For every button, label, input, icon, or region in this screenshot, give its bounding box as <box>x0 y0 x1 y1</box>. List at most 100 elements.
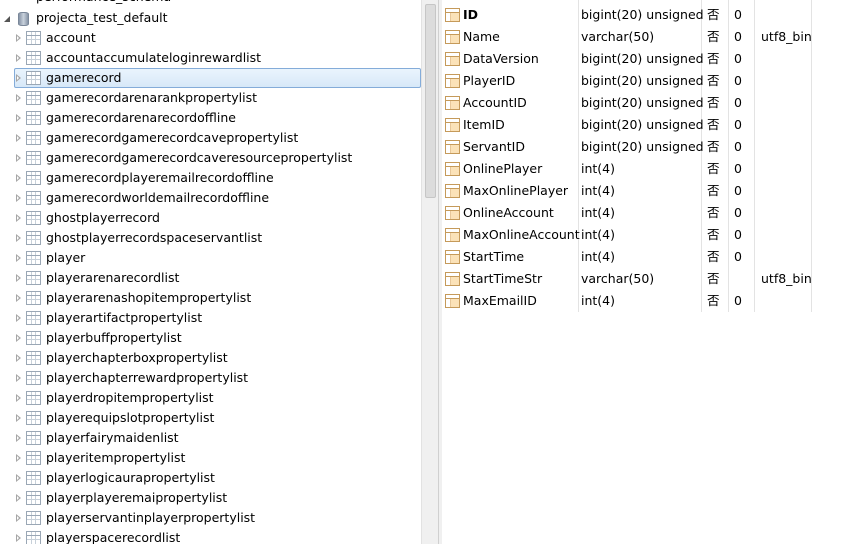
column-nullable: 否 <box>707 249 720 264</box>
column-default: 0 <box>734 139 742 154</box>
tree-item-table[interactable]: playerservantinplayerpropertylist <box>0 508 421 528</box>
column-nullable: 否 <box>707 51 720 66</box>
tree-item-table[interactable]: ghostplayerrecord <box>0 208 421 228</box>
expand-arrow-icon[interactable] <box>14 28 24 48</box>
column-row[interactable]: ID bigint(20) unsigned 否 0 <box>441 4 867 26</box>
column-type: int(4) <box>581 183 616 198</box>
table-icon <box>26 511 41 525</box>
table-label: account <box>46 30 96 45</box>
expand-arrow-icon[interactable] <box>14 188 24 208</box>
column-row[interactable]: StartTime int(4) 否 0 <box>441 246 867 268</box>
column-name: MaxEmailID <box>463 293 537 308</box>
field-icon <box>445 52 460 66</box>
table-icon <box>26 271 41 285</box>
column-nullable: 否 <box>707 183 720 198</box>
column-row[interactable]: StartTimeStr varchar(50) 否 utf8_bin <box>441 268 867 290</box>
tree-item-table[interactable]: playeritempropertylist <box>0 448 421 468</box>
column-row[interactable]: AccountID bigint(20) unsigned 否 0 <box>441 92 867 114</box>
expand-arrow-icon[interactable] <box>14 328 24 348</box>
expand-arrow-icon[interactable] <box>14 148 24 168</box>
tree-item-table[interactable]: playerplayeremaipropertylist <box>0 488 421 508</box>
column-name: MaxOnlineAccount <box>463 227 580 242</box>
column-row[interactable]: ServantID bigint(20) unsigned 否 0 <box>441 136 867 158</box>
tree-item-table[interactable]: playerarenashopitempropertylist <box>0 288 421 308</box>
tree-item-table[interactable]: playerequipslotpropertylist <box>0 408 421 428</box>
expand-arrow-icon[interactable] <box>14 468 24 488</box>
expand-arrow-icon[interactable] <box>14 128 24 148</box>
column-name: AccountID <box>463 95 527 110</box>
table-label: gamerecordgamerecordcaveresourceproperty… <box>46 150 353 165</box>
expand-arrow-icon[interactable] <box>14 488 24 508</box>
tree-item-table[interactable]: playerartifactpropertylist <box>0 308 421 328</box>
tree-item-table[interactable]: ghostplayerrecordspaceservantlist <box>0 228 421 248</box>
expand-arrow-icon[interactable] <box>2 8 12 28</box>
expand-arrow-icon[interactable] <box>14 228 24 248</box>
tree-item-table[interactable]: playerarenarecordlist <box>0 268 421 288</box>
column-row[interactable]: PlayerID bigint(20) unsigned 否 0 <box>441 70 867 92</box>
expand-arrow-icon[interactable] <box>14 368 24 388</box>
expand-arrow-icon[interactable] <box>14 208 24 228</box>
column-row[interactable]: MaxEmailID int(4) 否 0 <box>441 290 867 312</box>
expand-arrow-icon[interactable] <box>14 428 24 448</box>
expand-arrow-icon[interactable] <box>14 348 24 368</box>
expand-arrow-icon[interactable] <box>14 388 24 408</box>
tree-item-table[interactable]: gamerecordworldemailrecordoffline <box>0 188 421 208</box>
expand-arrow-icon[interactable] <box>14 108 24 128</box>
tree-item-table[interactable]: playerbuffpropertylist <box>0 328 421 348</box>
field-icon <box>445 250 460 264</box>
tree-item-table[interactable]: playerchapterrewardpropertylist <box>0 368 421 388</box>
column-row[interactable]: OnlinePlayer int(4) 否 0 <box>441 158 867 180</box>
expand-arrow-icon[interactable] <box>14 88 24 108</box>
column-type: bigint(20) unsigned <box>581 51 704 66</box>
column-type: int(4) <box>581 205 616 220</box>
column-type: int(4) <box>581 293 616 308</box>
column-type: int(4) <box>581 249 616 264</box>
tree-item-table[interactable]: playerfairymaidenlist <box>0 428 421 448</box>
column-nullable: 否 <box>707 7 720 22</box>
expand-arrow-icon[interactable] <box>14 308 24 328</box>
tree-item-table[interactable]: player <box>0 248 421 268</box>
column-row[interactable]: DataVersion bigint(20) unsigned 否 0 <box>441 48 867 70</box>
tree-item-table[interactable]: gamerecordplayeremailrecordoffline <box>0 168 421 188</box>
tree-item-table[interactable]: gamerecordarenarecordoffline <box>0 108 421 128</box>
column-row[interactable]: MaxOnlinePlayer int(4) 否 0 <box>441 180 867 202</box>
table-icon <box>26 71 41 85</box>
column-row[interactable]: MaxOnlineAccount int(4) 否 0 <box>441 224 867 246</box>
tree-scrollbar[interactable] <box>421 0 439 544</box>
expand-arrow-icon[interactable] <box>14 268 24 288</box>
column-type: varchar(50) <box>581 271 655 286</box>
table-icon <box>26 471 41 485</box>
column-row[interactable]: ItemID bigint(20) unsigned 否 0 <box>441 114 867 136</box>
scrollbar-thumb[interactable] <box>425 4 436 198</box>
tree-item-table[interactable]: gamerecordarenarankpropertylist <box>0 88 421 108</box>
table-icon <box>26 131 41 145</box>
tree-item-table[interactable]: playerdropitempropertylist <box>0 388 421 408</box>
expand-arrow-icon[interactable] <box>14 408 24 428</box>
table-label: gamerecordworldemailrecordoffline <box>46 190 270 205</box>
expand-arrow-icon[interactable] <box>14 448 24 468</box>
expand-arrow-icon[interactable] <box>14 508 24 528</box>
table-icon <box>26 171 41 185</box>
tree-item-performance-schema[interactable]: performance_schema <box>0 0 421 6</box>
expand-arrow-icon[interactable] <box>14 48 24 68</box>
tree-item-table[interactable]: accountaccumulateloginrewardlist <box>0 48 421 68</box>
column-default: 0 <box>734 205 742 220</box>
tree-item-table[interactable]: playerspacerecordlist <box>0 528 421 544</box>
expand-arrow-icon[interactable] <box>14 248 24 268</box>
expand-arrow-icon[interactable] <box>14 288 24 308</box>
object-tree[interactable]: performance_schema projecta_test_default… <box>0 0 421 544</box>
tree-item-table[interactable]: playerchapterboxpropertylist <box>0 348 421 368</box>
tree-item-table[interactable]: gamerecordgamerecordcaveresourceproperty… <box>0 148 421 168</box>
expand-arrow-icon[interactable] <box>14 68 24 88</box>
tree-item-table[interactable]: gamerecordgamerecordcavepropertylist <box>0 128 421 148</box>
expand-arrow-icon[interactable] <box>14 528 24 544</box>
column-row[interactable]: Name varchar(50) 否 0 utf8_bin <box>441 26 867 48</box>
tree-item-table[interactable]: playerlogicaurapropertylist <box>0 468 421 488</box>
field-icon <box>445 184 460 198</box>
expand-arrow-icon[interactable] <box>14 168 24 188</box>
tree-item-table[interactable]: gamerecord <box>0 68 421 88</box>
column-row[interactable]: OnlineAccount int(4) 否 0 <box>441 202 867 224</box>
table-icon <box>26 51 41 65</box>
tree-item-database[interactable]: projecta_test_default <box>0 8 421 28</box>
tree-item-table[interactable]: account <box>0 28 421 48</box>
